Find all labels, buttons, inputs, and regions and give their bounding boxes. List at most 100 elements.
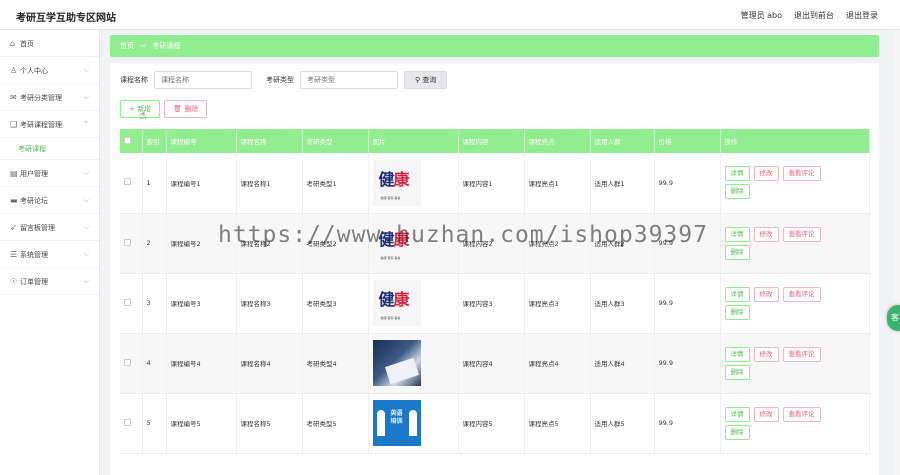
scrollbar[interactable] [893, 30, 900, 475]
table-row: 1 课程编号1 课程名称1 考研类型1 健康 健康 营养 美食 课程内容1 课程亮点1 适用人群… [120, 153, 870, 214]
edit-button[interactable]: 修改 [753, 226, 779, 242]
chevron-icon: ⌵ [83, 196, 89, 204]
breadcrumb-arrow-icon: → [140, 42, 147, 50]
cell-image: 英语 培训 [368, 393, 459, 454]
detail-button[interactable]: 详情 [724, 166, 750, 182]
column-header: 图片 [368, 129, 459, 153]
sidebar: ⌂ 首页 ♙ 个人中心 ⌵ ✉ 考研分类管理 ⌵ ❑ 考研课程管理 ⌃ 考研课程 ▤ 用户管理 ⌵ ▬ 考研论坛… [0, 30, 100, 475]
chevron-icon: ⌵ [83, 223, 89, 231]
row-delete-button[interactable]: 删除 [724, 244, 750, 260]
row-delete-button[interactable]: 删除 [724, 184, 750, 200]
detail-button[interactable]: 详情 [724, 406, 750, 422]
detail-button[interactable]: 详情 [724, 346, 750, 362]
sidebar-item-3[interactable]: ❑ 考研课程管理 ⌃ [0, 111, 99, 138]
cell-content: 课程内容4 [458, 333, 525, 394]
edit-button[interactable]: 修改 [753, 406, 779, 422]
english-text-b: 培训 [390, 418, 403, 425]
exit-to-front-link[interactable]: 退出到前台 [794, 10, 834, 21]
cell-type: 考研类型3 [302, 273, 369, 334]
row-select-cell[interactable] [120, 393, 143, 454]
search-button-label: 查询 [422, 76, 437, 84]
exam-type-input[interactable] [300, 71, 398, 89]
cell-content: 课程内容1 [458, 153, 525, 214]
row-checkbox[interactable] [124, 418, 131, 426]
chevron-icon: ⌵ [83, 66, 89, 74]
cell-audience: 适用人群3 [590, 273, 655, 334]
sidebar-item-7[interactable]: ➶ 留言板管理 ⌵ [0, 214, 99, 241]
sidebar-item-label: 个人中心 [20, 67, 48, 75]
cell-price: 99.9 [654, 273, 721, 334]
row-select-cell[interactable] [120, 333, 143, 394]
system-icon: ☰ [10, 250, 18, 259]
sidebar-item-8[interactable]: ☰ 系统管理 ⌵ [0, 241, 99, 268]
row-delete-button[interactable]: 删除 [724, 304, 750, 320]
sidebar-item-6[interactable]: ▬ 考研论坛 ⌵ [0, 187, 99, 214]
select-all-checkbox[interactable] [124, 136, 131, 144]
detail-button[interactable]: 详情 [724, 286, 750, 302]
cell-operations: 详情 修改 查看评论删除 [720, 153, 870, 214]
health-logo: 健康 [379, 286, 410, 310]
view-comments-button[interactable]: 查看评论 [782, 286, 821, 302]
row-checkbox[interactable] [124, 178, 131, 186]
course-thumbnail: 英语 培训 [372, 400, 421, 446]
row-select-cell[interactable] [120, 213, 143, 274]
breadcrumb-home[interactable]: 首页 [120, 42, 134, 50]
sidebar-item-label: 系统管理 [20, 251, 48, 259]
main-content: 首页 → 考研课程 课程名称 考研类型 ⚲ 查询 + 新增 🗑 删除 ☝ [110, 35, 879, 475]
view-comments-button[interactable]: 查看评论 [782, 406, 821, 422]
column-header: 课程名称 [236, 129, 303, 153]
sidebar-item-label: 考研课程 [18, 145, 46, 153]
cell-operations: 详情 修改 查看评论删除 [720, 333, 870, 394]
table-header-row: 索引 课程编号 课程名称 考研类型 图片 课程内容 课程亮点 适用人群 价格 操作 [120, 129, 870, 153]
trash-icon: 🗑 [173, 105, 182, 113]
cell-type: 考研类型5 [302, 393, 369, 454]
detail-button[interactable]: 详情 [724, 226, 750, 242]
row-checkbox[interactable] [124, 358, 131, 366]
delete-button[interactable]: 🗑 删除 [164, 100, 208, 118]
floating-chat-button[interactable]: 客 [887, 305, 900, 331]
edit-button[interactable]: 修改 [753, 166, 779, 182]
cell-index: 5 [142, 393, 167, 454]
sidebar-item-2[interactable]: ✉ 考研分类管理 ⌵ [0, 84, 99, 111]
row-checkbox[interactable] [124, 238, 131, 246]
view-comments-button[interactable]: 查看评论 [782, 346, 821, 362]
logo-char-b: 康 [393, 290, 410, 309]
cell-index: 3 [142, 273, 167, 334]
sidebar-item-label: 订单管理 [20, 278, 48, 286]
row-select-cell[interactable] [120, 273, 143, 334]
logo-char-b: 康 [393, 169, 410, 189]
row-checkbox[interactable] [124, 298, 131, 306]
breadcrumb-current: 考研课程 [152, 42, 181, 50]
cell-price: 99.9 [654, 333, 721, 394]
site-title: 考研互学互助专区网站 [16, 13, 116, 24]
row-delete-button[interactable]: 删除 [724, 364, 750, 380]
view-comments-button[interactable]: 查看评论 [782, 166, 821, 182]
users-icon: ▤ [10, 169, 18, 178]
row-delete-button[interactable]: 删除 [724, 424, 750, 440]
cell-type: 考研类型1 [302, 153, 369, 214]
search-button[interactable]: ⚲ 查询 [404, 71, 448, 89]
edit-button[interactable]: 修改 [753, 286, 779, 302]
logout-link[interactable]: 退出登录 [846, 10, 878, 21]
view-comments-button[interactable]: 查看评论 [782, 226, 821, 242]
edit-button[interactable]: 修改 [753, 346, 779, 362]
row-operations: 详情 修改 查看评论删除 [724, 406, 841, 440]
logo-caption: 健康 营养 美食 [380, 316, 401, 320]
sidebar-item-1[interactable]: ♙ 个人中心 ⌵ [0, 57, 99, 84]
forum-icon: ▬ [10, 196, 18, 205]
row-operations: 详情 修改 查看评论删除 [724, 286, 841, 320]
cell-index: 4 [142, 333, 167, 394]
sidebar-item-9[interactable]: ☉ 订单管理 ⌵ [0, 268, 99, 295]
row-operations: 详情 修改 查看评论删除 [724, 166, 841, 200]
delete-button-label: 删除 [184, 105, 199, 113]
column-header: 课程内容 [458, 129, 525, 153]
exam-type-label: 考研类型 [266, 76, 294, 84]
course-icon: ❑ [10, 120, 18, 129]
select-all-header[interactable] [120, 129, 143, 153]
sidebar-subitem-course[interactable]: 考研课程 [0, 138, 99, 160]
course-thumbnail: 健康 健康 营养 美食 [372, 159, 421, 206]
sidebar-item-0[interactable]: ⌂ 首页 [0, 30, 99, 57]
row-select-cell[interactable] [120, 153, 143, 214]
sidebar-item-5[interactable]: ▤ 用户管理 ⌵ [0, 160, 99, 187]
course-name-input[interactable] [154, 71, 252, 89]
